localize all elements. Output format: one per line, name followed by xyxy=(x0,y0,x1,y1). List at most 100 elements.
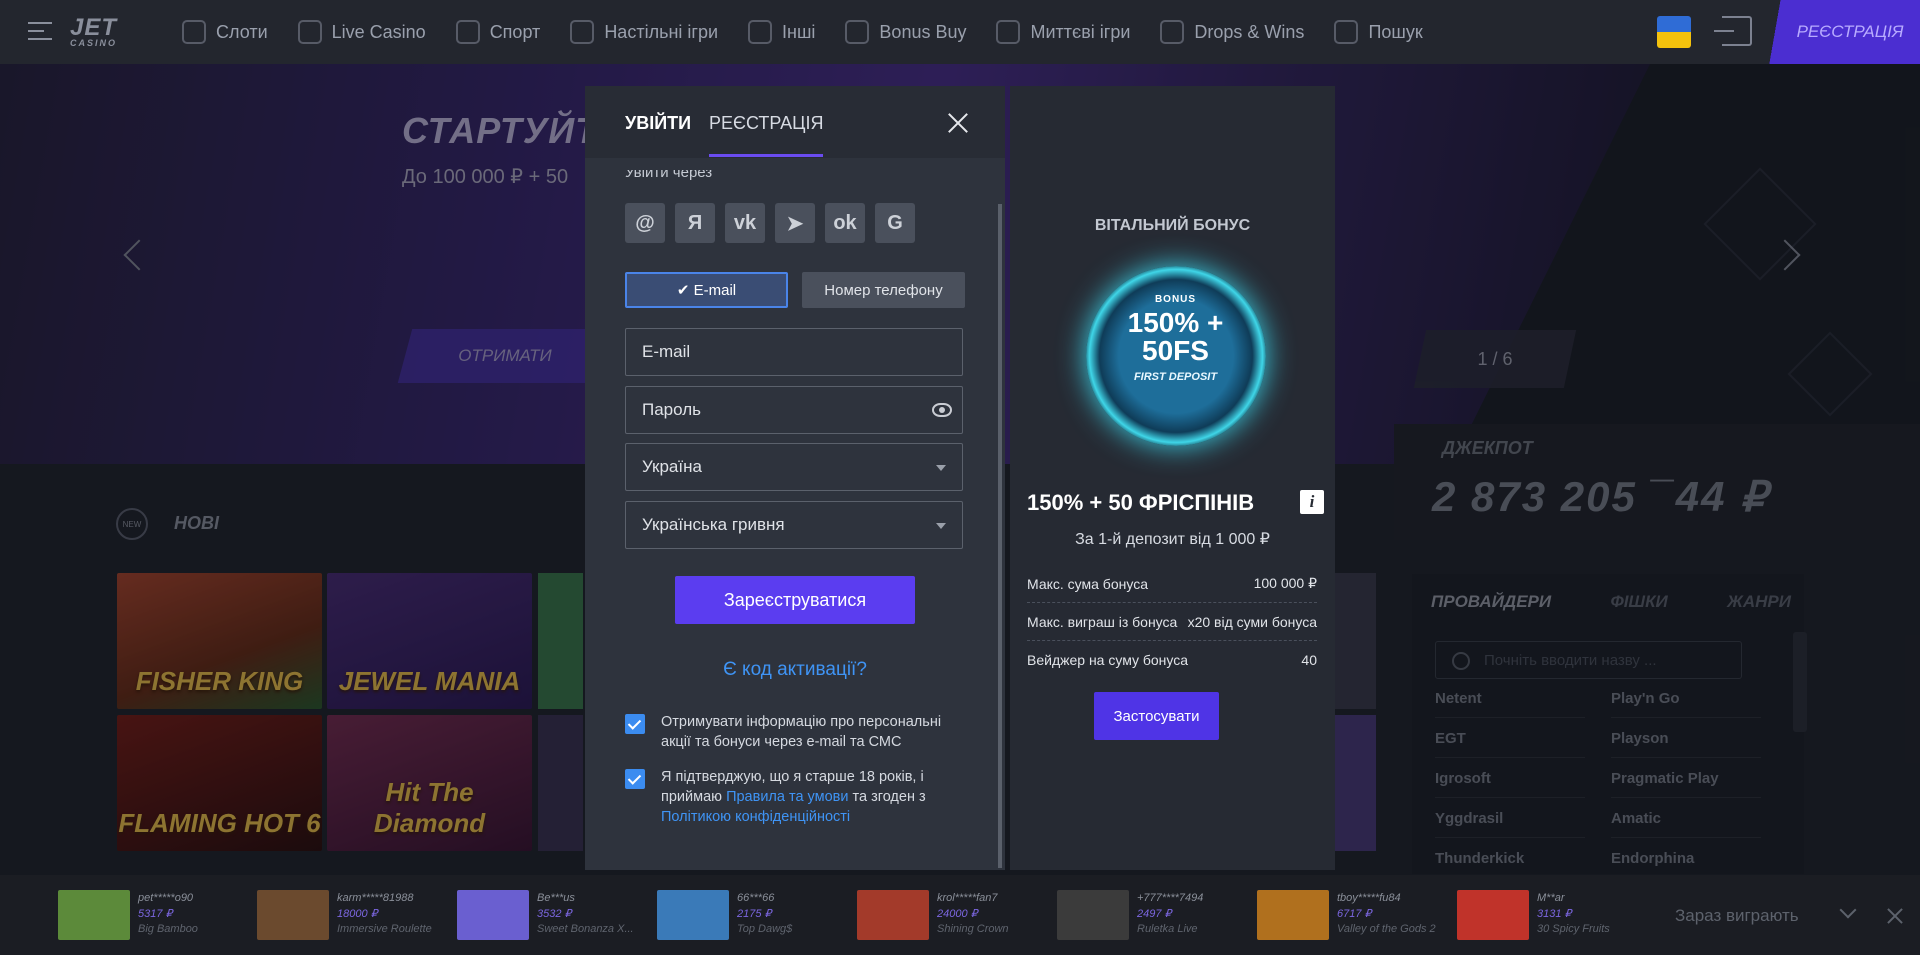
menu-icon[interactable] xyxy=(28,22,52,42)
social-buttons: @ Я vk ➤ ok G xyxy=(625,203,925,243)
winner-username: M**ar xyxy=(1537,892,1565,904)
logo[interactable]: JET CASINO xyxy=(70,14,117,48)
nav-label: Drops & Wins xyxy=(1194,21,1305,42)
game-thumbnail xyxy=(657,890,729,940)
dropdown-arrow-icon xyxy=(936,465,946,471)
odnoklassniki-icon[interactable]: ok xyxy=(825,203,865,243)
email-input[interactable] xyxy=(642,342,922,362)
register-submit-button[interactable]: Зареєструватися xyxy=(675,576,915,624)
vk-icon[interactable]: vk xyxy=(725,203,765,243)
login-icon[interactable] xyxy=(1714,16,1752,46)
game-thumbnail xyxy=(457,890,529,940)
nav-table-games[interactable]: Настільні ігри xyxy=(570,20,718,44)
winner-username: 66***66 xyxy=(737,892,775,904)
nav-label: Bonus Buy xyxy=(879,21,967,42)
nav-slots[interactable]: Слоти xyxy=(182,20,268,44)
game-thumbnail xyxy=(257,890,329,940)
game-thumbnail xyxy=(1057,890,1129,940)
register-top-button[interactable]: РЕЄСТРАЦІЯ xyxy=(1760,0,1920,64)
consent-marketing-checkbox[interactable] xyxy=(625,714,645,734)
currency-value: Українська гривня xyxy=(642,515,785,534)
nav-sport[interactable]: Спорт xyxy=(455,20,540,44)
yandex-icon[interactable]: Я xyxy=(675,203,715,243)
nav-label: Настільні ігри xyxy=(604,21,719,42)
registration-form-panel: УВІЙТИ РЕЄСТРАЦІЯ Увійти через @ Я vk ➤ … xyxy=(585,86,1005,870)
badge-top-text: BONUS xyxy=(1154,294,1197,305)
sport-icon xyxy=(455,20,480,44)
show-password-icon[interactable] xyxy=(932,403,952,417)
email-field[interactable] xyxy=(625,328,963,376)
table-games-icon xyxy=(570,20,595,44)
win-game-name: Shining Crown xyxy=(937,923,1009,935)
registration-modal: УВІЙТИ РЕЄСТРАЦІЯ Увійти через @ Я vk ➤ … xyxy=(585,86,1335,870)
nav-label: Інші xyxy=(782,21,816,42)
nav-label: Миттєві ігри xyxy=(1030,21,1131,42)
winner-username: krol*****fan7 xyxy=(937,892,998,904)
password-field[interactable] xyxy=(625,386,963,434)
terms-link[interactable]: Правила та умови xyxy=(726,789,848,805)
bonus-row-label: Макс. виграш із бонуса xyxy=(1027,613,1178,630)
tab-login[interactable]: УВІЙТИ xyxy=(625,113,691,134)
drops-wins-icon xyxy=(1160,20,1185,44)
win-amount: 2175 ₽ xyxy=(737,908,772,920)
nav-search[interactable]: Пошук xyxy=(1334,20,1423,44)
top-bar: JET CASINO Слоти Live Casino Спорт Настіл… xyxy=(0,0,1920,64)
main-nav: Слоти Live Casino Спорт Настільні ігри І… xyxy=(182,0,1453,64)
close-icon[interactable] xyxy=(1885,906,1905,926)
currency-select[interactable]: Українська гривня xyxy=(625,501,963,549)
telegram-icon[interactable]: ➤ xyxy=(775,203,815,243)
winner-username: tboy*****fu84 xyxy=(1337,892,1401,904)
bonus-row-value: x20 від суми бонуса xyxy=(1187,613,1317,630)
win-amount: 18000 ₽ xyxy=(337,908,378,920)
logo-text: JET xyxy=(70,14,118,41)
badge-text: BONUS 150% + 50FS FIRST DEPOSIT xyxy=(1108,294,1243,383)
country-value: Україна xyxy=(642,457,702,476)
dropdown-arrow-icon xyxy=(936,523,946,529)
phone-method-button[interactable]: Номер телефону xyxy=(802,272,965,308)
win-amount: 3532 ₽ xyxy=(537,908,572,920)
email-method-button[interactable]: ✔ E-mail xyxy=(625,272,788,308)
consent-terms-checkbox[interactable] xyxy=(625,769,645,789)
country-select[interactable]: Україна xyxy=(625,443,963,491)
win-amount: 24000 ₽ xyxy=(937,908,978,920)
consent-terms-text: Я підтверджую, що я старше 18 років, і п… xyxy=(661,767,961,827)
password-input[interactable] xyxy=(642,400,922,420)
form-scrollbar[interactable] xyxy=(998,204,1002,868)
slots-icon xyxy=(182,20,206,44)
ukraine-flag-icon[interactable] xyxy=(1657,16,1691,48)
win-game-name: Big Bamboo xyxy=(138,923,198,935)
win-game-name: 30 Spicy Fruits xyxy=(1537,923,1610,935)
bonus-row: Вейджер на суму бонуса 40 xyxy=(1027,641,1317,679)
close-icon[interactable] xyxy=(945,110,971,136)
other-games-icon xyxy=(748,20,773,44)
google-icon[interactable]: G xyxy=(875,203,915,243)
info-icon[interactable]: i xyxy=(1300,490,1324,514)
game-thumbnail xyxy=(857,890,929,940)
modal-header: УВІЙТИ РЕЄСТРАЦІЯ xyxy=(585,86,1005,158)
bonus-row-value: 100 000 ₽ xyxy=(1253,575,1317,591)
bonus-row-label: Вейджер на суму бонуса xyxy=(1027,652,1189,668)
nav-bonus-buy[interactable]: Bonus Buy xyxy=(845,20,966,44)
activation-code-link[interactable]: Є код активації? xyxy=(585,659,1005,681)
bonus-buy-icon xyxy=(845,20,870,44)
privacy-policy-link[interactable]: Політикою конфіденційності xyxy=(661,809,850,825)
mail-ru-icon[interactable]: @ xyxy=(625,203,665,243)
nav-drops-wins[interactable]: Drops & Wins xyxy=(1160,20,1304,44)
winner-username: karm*****81988 xyxy=(337,892,414,904)
win-game-name: Top Dawg$ xyxy=(737,923,793,935)
tab-register[interactable]: РЕЄСТРАЦІЯ xyxy=(709,113,824,157)
deposit-note: За 1-й депозит від 1 000 ₽ xyxy=(1075,531,1270,548)
nav-label: Слоти xyxy=(216,21,268,42)
win-game-name: Valley of the Gods 2 xyxy=(1337,923,1436,935)
nav-other[interactable]: Інші xyxy=(748,20,815,44)
social-login-label: Увійти через xyxy=(625,170,713,180)
logo-subtext: CASINO xyxy=(70,38,118,48)
apply-bonus-button[interactable]: Застосувати xyxy=(1094,692,1219,740)
game-thumbnail xyxy=(1457,890,1529,940)
now-playing-label: Зараз виграють xyxy=(1675,906,1799,925)
nav-live-casino[interactable]: Live Casino xyxy=(297,20,426,44)
consent-marketing-text: Отримувати інформацію про персональні ак… xyxy=(661,714,942,750)
winner-username: +777****7494 xyxy=(1137,892,1204,904)
win-game-name: Immersive Roulette xyxy=(337,923,432,935)
nav-instant-games[interactable]: Миттєві ігри xyxy=(996,20,1130,44)
